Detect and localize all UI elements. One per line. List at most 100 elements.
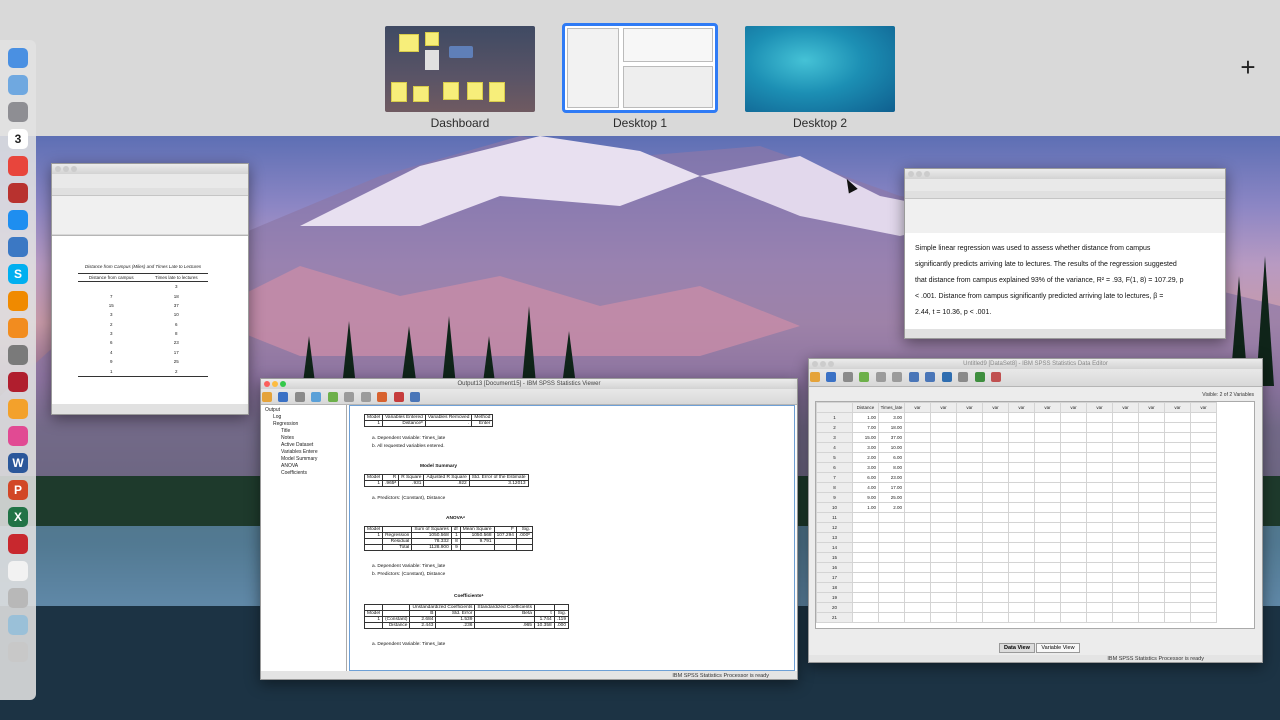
outline-item[interactable]: ANOVA — [265, 463, 342, 470]
outline-item[interactable]: Model Summary — [265, 456, 342, 463]
row-number[interactable]: 16 — [816, 562, 853, 573]
empty-cell[interactable] — [1086, 612, 1113, 623]
empty-cell[interactable] — [1034, 612, 1061, 623]
empty-cell[interactable] — [1060, 422, 1087, 433]
empty-cell[interactable] — [1034, 502, 1061, 513]
empty-cell[interactable] — [1086, 512, 1113, 523]
row-number[interactable]: 4 — [816, 442, 853, 453]
empty-cell[interactable] — [852, 512, 879, 523]
empty-cell[interactable] — [1164, 492, 1191, 503]
outline-item[interactable]: Notes — [265, 435, 342, 442]
empty-cell[interactable] — [878, 552, 905, 563]
finder-icon[interactable] — [8, 48, 28, 68]
row-number[interactable]: 11 — [816, 512, 853, 523]
data-cell[interactable]: 8.00 — [878, 462, 905, 473]
empty-cell[interactable] — [904, 442, 931, 453]
empty-cell[interactable] — [1086, 472, 1113, 483]
row-number[interactable]: 15 — [816, 552, 853, 563]
minimize-button[interactable] — [63, 166, 69, 172]
empty-cell[interactable] — [1086, 542, 1113, 553]
empty-cell[interactable] — [1112, 562, 1139, 573]
empty-cell[interactable] — [1190, 612, 1217, 623]
empty-cell[interactable] — [1060, 452, 1087, 463]
empty-cell[interactable] — [982, 452, 1009, 463]
empty-cell[interactable] — [956, 552, 983, 563]
print-icon[interactable] — [294, 392, 305, 402]
empty-cell[interactable] — [930, 582, 957, 593]
empty-cell[interactable] — [1008, 502, 1035, 513]
goto-case-icon[interactable] — [393, 392, 404, 402]
empty-cell[interactable] — [1086, 532, 1113, 543]
empty-cell[interactable] — [878, 522, 905, 533]
empty-cell[interactable] — [930, 422, 957, 433]
empty-cell[interactable] — [1008, 572, 1035, 583]
empty-cell[interactable] — [1190, 442, 1217, 453]
empty-cell[interactable] — [904, 542, 931, 553]
minimize-button[interactable] — [820, 361, 826, 367]
empty-cell[interactable] — [982, 592, 1009, 603]
recall-dialog-icon[interactable] — [327, 392, 338, 402]
empty-cell[interactable] — [982, 572, 1009, 583]
empty-cell[interactable] — [1060, 412, 1087, 423]
empty-cell[interactable] — [1008, 532, 1035, 543]
empty-cell[interactable] — [1008, 482, 1035, 493]
data-cell[interactable]: 37.00 — [878, 432, 905, 443]
empty-cell[interactable] — [1138, 422, 1165, 433]
row-number[interactable]: 19 — [816, 592, 853, 603]
empty-cell[interactable] — [1060, 462, 1087, 473]
spss-data-toolbar[interactable] — [809, 369, 1262, 387]
empty-cell[interactable] — [982, 462, 1009, 473]
empty-cell[interactable] — [852, 602, 879, 613]
close-button[interactable] — [812, 361, 818, 367]
system-preferences-icon[interactable] — [8, 345, 28, 365]
empty-cell[interactable] — [1190, 562, 1217, 573]
spss-icon[interactable] — [8, 534, 28, 554]
empty-cell[interactable] — [982, 502, 1009, 513]
empty-cell[interactable] — [1008, 452, 1035, 463]
powerpoint-icon[interactable]: P — [8, 480, 28, 500]
ribbon-home-controls[interactable] — [52, 196, 248, 234]
empty-cell[interactable] — [1034, 482, 1061, 493]
xquartz-icon[interactable] — [8, 237, 28, 257]
empty-cell[interactable] — [1164, 522, 1191, 533]
empty-cell[interactable] — [1034, 572, 1061, 583]
empty-cell[interactable] — [1086, 582, 1113, 593]
empty-cell[interactable] — [982, 482, 1009, 493]
empty-cell[interactable] — [1138, 522, 1165, 533]
empty-cell[interactable] — [1008, 542, 1035, 553]
zoom-button[interactable] — [828, 361, 834, 367]
results-paragraph[interactable]: Simple linear regression was used to ass… — [905, 233, 1225, 329]
empty-cell[interactable] — [982, 602, 1009, 613]
empty-cell[interactable] — [1034, 582, 1061, 593]
row-number[interactable]: 9 — [816, 492, 853, 503]
row-number[interactable]: 10 — [816, 502, 853, 513]
empty-cell[interactable] — [1112, 502, 1139, 513]
empty-cell[interactable] — [904, 532, 931, 543]
empty-cell[interactable] — [1086, 552, 1113, 563]
empty-cell[interactable] — [1138, 602, 1165, 613]
empty-cell[interactable] — [1034, 442, 1061, 453]
empty-cell[interactable] — [1008, 552, 1035, 563]
empty-cell[interactable] — [930, 592, 957, 603]
empty-cell[interactable] — [1034, 542, 1061, 553]
empty-cell[interactable] — [1086, 422, 1113, 433]
data-cell[interactable]: 2.00 — [852, 452, 879, 463]
minimize-button[interactable] — [916, 171, 922, 177]
empty-cell[interactable] — [852, 532, 879, 543]
empty-cell[interactable] — [904, 422, 931, 433]
empty-cell[interactable] — [1190, 592, 1217, 603]
empty-cell[interactable] — [1034, 522, 1061, 533]
empty-cell[interactable] — [930, 602, 957, 613]
space-thumbnail-desktop-2[interactable] — [745, 26, 895, 112]
outline-item[interactable]: Variables Entere — [265, 449, 342, 456]
empty-cell[interactable] — [1112, 522, 1139, 533]
outline-item[interactable]: Title — [265, 428, 342, 435]
empty-cell[interactable] — [1190, 482, 1217, 493]
data-cell[interactable]: 23.00 — [878, 472, 905, 483]
empty-cell[interactable] — [982, 612, 1009, 623]
empty-cell[interactable] — [1138, 612, 1165, 623]
empty-cell[interactable] — [1008, 422, 1035, 433]
empty-cell[interactable] — [930, 522, 957, 533]
empty-cell[interactable] — [1164, 562, 1191, 573]
empty-cell[interactable] — [930, 452, 957, 463]
